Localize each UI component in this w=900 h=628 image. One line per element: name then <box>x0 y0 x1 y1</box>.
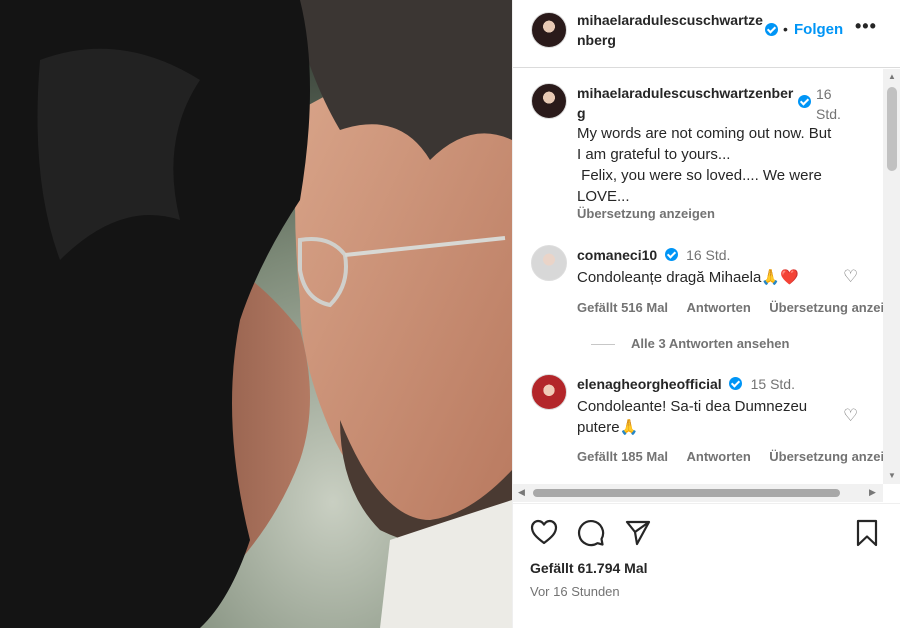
follow-button[interactable]: Folgen <box>794 21 843 38</box>
comments-horizontal-scrollbar[interactable]: ◀ ▶ <box>513 484 883 502</box>
comment-line: putere🙏 <box>577 419 639 436</box>
caption-time: 16 Std. <box>816 86 841 122</box>
author-avatar[interactable] <box>531 12 567 48</box>
verified-icon <box>798 95 811 108</box>
heart-icon[interactable] <box>530 519 558 550</box>
more-options-icon[interactable]: ••• <box>855 16 877 37</box>
caption-line: LOVE... <box>577 188 630 205</box>
author-username[interactable]: mihaelaradulescuschwartzenberg <box>577 10 767 50</box>
comment-time: 16 Std. <box>686 247 731 263</box>
view-replies-button[interactable]: Alle 3 Antworten ansehen <box>591 336 789 351</box>
comment-text: Condoleante! Sa-ti dea Dumnezeu putere🙏 <box>577 396 807 438</box>
post-actions: Gefällt 61.794 Mal Vor 16 Stunden <box>513 503 900 628</box>
post-photo[interactable] <box>0 0 512 628</box>
post-header: mihaelaradulescuschwartzenberg • Folgen … <box>513 0 900 68</box>
comment-line: Condoleante! Sa-ti dea Dumnezeu <box>577 398 808 415</box>
comment-likes[interactable]: Gefällt 185 Mal <box>577 449 668 464</box>
post-likes-count[interactable]: Gefällt 61.794 Mal <box>530 560 648 576</box>
verified-icon <box>765 23 778 36</box>
comment-icon[interactable] <box>577 519 605 552</box>
scroll-left-arrow-icon[interactable]: ◀ <box>518 487 525 498</box>
comment-translate-link[interactable]: Übersetzung anzei <box>769 449 884 464</box>
caption-line: I am grateful to yours... <box>577 146 731 163</box>
view-replies-label: Alle 3 Antworten ansehen <box>631 336 790 351</box>
horizontal-scroll-thumb[interactable] <box>533 489 840 497</box>
comment-header: comaneci10 16 Std. <box>577 247 730 265</box>
comment-meta: Gefällt 185 Mal Antworten Übersetzung an… <box>577 448 884 466</box>
comment-avatar[interactable] <box>531 374 567 410</box>
share-icon[interactable] <box>624 519 652 552</box>
bookmark-icon[interactable] <box>855 519 879 552</box>
comment-reply-button[interactable]: Antworten <box>687 449 751 464</box>
comment-like-heart-icon[interactable]: ♡ <box>843 406 858 426</box>
caption-text: My words are not coming out now. But I a… <box>577 123 877 207</box>
comment-avatar[interactable] <box>531 245 567 281</box>
caption-translate-link[interactable]: Übersetzung anzeigen <box>577 206 715 221</box>
replies-divider <box>591 344 615 346</box>
comment-likes[interactable]: Gefällt 516 Mal <box>577 300 668 315</box>
comment-reply-button[interactable]: Antworten <box>687 300 751 315</box>
comment-meta: Gefällt 516 Mal Antworten Übersetzung an… <box>577 299 884 317</box>
verified-icon <box>729 377 743 390</box>
comment-header: elenagheorgheofficial 15 Std. <box>577 376 795 394</box>
comment-time: 15 Std. <box>750 376 795 392</box>
comments-section[interactable]: mihaelaradulescuschwartzenberg 16 Std. M… <box>513 69 900 484</box>
post-panel: mihaelaradulescuschwartzenberg • Folgen … <box>512 0 900 628</box>
comments-vertical-scrollbar[interactable]: ▲ ▼ <box>883 69 900 484</box>
caption-header: mihaelaradulescuschwartzenberg <box>577 83 797 123</box>
comment-username[interactable]: elenagheorgheofficial <box>577 376 722 392</box>
scroll-right-arrow-icon[interactable]: ▶ <box>869 487 876 498</box>
comment-translate-link[interactable]: Übersetzung anzei <box>769 300 884 315</box>
comment-username[interactable]: comaneci10 <box>577 247 657 263</box>
scroll-up-arrow-icon[interactable]: ▲ <box>888 72 896 81</box>
caption-line: My words are not coming out now. But <box>577 125 832 142</box>
separator-dot: • <box>783 21 788 37</box>
caption-avatar[interactable] <box>531 83 567 119</box>
photo-illustration <box>0 0 512 628</box>
caption-line: Felix, you were so loved.... We were <box>577 167 822 184</box>
comment-text: Condoleanțe dragă Mihaela🙏❤️ <box>577 269 799 286</box>
scroll-down-arrow-icon[interactable]: ▼ <box>888 471 896 480</box>
caption-username[interactable]: mihaelaradulescuschwartzenberg <box>577 83 797 123</box>
verified-icon <box>664 248 678 261</box>
post-timestamp[interactable]: Vor 16 Stunden <box>530 584 620 599</box>
vertical-scroll-thumb[interactable] <box>887 87 897 171</box>
comment-like-heart-icon[interactable]: ♡ <box>843 267 858 287</box>
